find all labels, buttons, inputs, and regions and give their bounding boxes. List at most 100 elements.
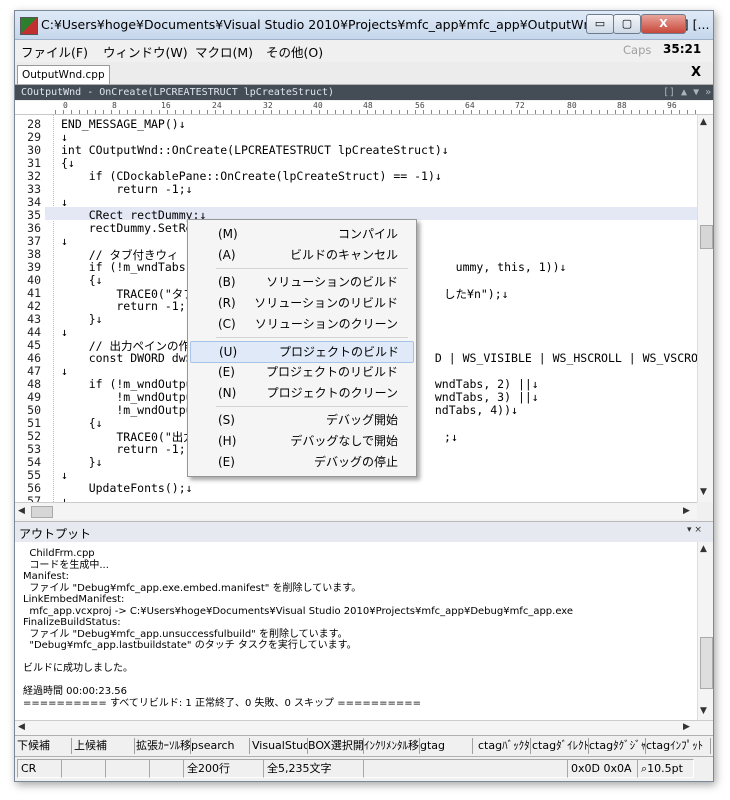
menu-item-label: ソリューションのクリーン: [254, 317, 398, 331]
menu-item-label: ソリューションのリビルド: [254, 296, 398, 310]
menu-accelerator: (E): [218, 365, 235, 379]
code-line: ↓: [61, 364, 68, 378]
context-menu-item[interactable]: (M) コンパイル: [190, 224, 412, 244]
scroll-left-icon[interactable]: ◀: [18, 506, 25, 516]
line-number: 47: [27, 364, 41, 378]
fkey-button[interactable]: ctagﾀﾞｲﾚｸﾄ: [530, 738, 589, 754]
column-ruler: 0 8 16 24 32 40 48 56 64 72 80 88 96: [15, 101, 713, 115]
fkey-button[interactable]: 上候補: [72, 738, 135, 754]
menu-macro[interactable]: マクロ(M): [195, 42, 253, 61]
function-bar-icons[interactable]: [] ▲ ▼ »: [663, 85, 711, 100]
context-menu-item[interactable]: (R) ソリューションのリビルド: [190, 293, 412, 313]
function-name: COutputWnd - OnCreate(LPCREATESTRUCT lpC…: [21, 87, 335, 98]
context-menu-item[interactable]: (S) デバッグ開始: [190, 410, 412, 430]
menu-file[interactable]: ファイル(F): [21, 42, 88, 61]
code-line: UpdateFonts();↓: [61, 481, 193, 495]
scroll-thumb[interactable]: [700, 225, 713, 249]
code-line: if (CDockablePane::OnCreate(lpCreateStru…: [61, 169, 442, 183]
editor-vertical-scrollbar[interactable]: ▲ ▼: [697, 115, 713, 502]
output-line: LinkEmbedManifest:: [23, 594, 125, 605]
line-number: 38: [27, 247, 41, 261]
scroll-right-icon[interactable]: ▶: [683, 722, 690, 732]
output-pane-controls[interactable]: ▾ ×: [687, 525, 702, 535]
title-bar[interactable]: C:¥Users¥hoge¥Documents¥Visual Studio 20…: [15, 11, 713, 40]
tab-close-button[interactable]: X: [691, 65, 701, 80]
context-menu-item[interactable]: (E) プロジェクトのリビルド: [190, 362, 412, 382]
close-button[interactable]: X: [641, 14, 686, 34]
status-zoom[interactable]: ⌕10.5pt: [637, 759, 694, 778]
scroll-right-icon[interactable]: ▶: [683, 506, 690, 516]
line-number: 28: [27, 117, 41, 131]
fkey-button[interactable]: psearch: [189, 738, 250, 754]
menu-accelerator: (B): [218, 275, 236, 289]
code-line: return -1;: [61, 442, 186, 456]
fkey-button[interactable]: 下候補: [15, 738, 72, 754]
status-char-count: 全5,235文字: [263, 759, 364, 778]
line-number: 46: [27, 351, 41, 365]
ruler-mark: 24: [212, 101, 222, 110]
output-line: "Debug¥mfc_app.lastbuildstate" のタッチ タスクを…: [23, 640, 357, 651]
scroll-up-icon[interactable]: ▲: [700, 117, 707, 127]
context-menu-item[interactable]: (C) ソリューションのクリーン: [190, 314, 412, 334]
line-number: 57: [27, 494, 41, 502]
menu-separator: [216, 337, 408, 338]
context-menu-item[interactable]: (E) デバッグの停止: [190, 452, 412, 472]
output-pane-title: アウトプット: [19, 527, 92, 541]
context-menu-item[interactable]: (N) プロジェクトのクリーン: [190, 383, 412, 403]
code-line: ↓: [61, 468, 68, 482]
scroll-left-icon[interactable]: ◀: [18, 722, 25, 732]
scroll-thumb[interactable]: [31, 506, 53, 518]
status-cell: [149, 759, 184, 778]
output-line: ビルドに成功しました。: [23, 663, 133, 674]
fkey-button[interactable]: BOX選択開: [306, 738, 364, 754]
scroll-thumb[interactable]: [700, 637, 713, 689]
menu-window[interactable]: ウィンドウ(W): [103, 42, 188, 61]
fkey-button[interactable]: ctagﾊﾞｯｸﾀｸ: [476, 738, 531, 754]
code-line: END_MESSAGE_MAP()↓: [61, 117, 186, 131]
output-line: FinalizeBuildStatus:: [23, 617, 121, 628]
maximize-button[interactable]: ▢: [613, 14, 641, 34]
output-vertical-scrollbar[interactable]: ▲ ▼: [697, 542, 713, 720]
fkey-button[interactable]: ctagﾀｸﾞｼﾞｬ: [587, 738, 646, 754]
context-menu-item[interactable]: (H) デバッグなしで開始: [190, 431, 412, 451]
output-horizontal-scrollbar[interactable]: ◀ ▶: [15, 720, 713, 735]
tab-outputwnd-cpp[interactable]: OutputWnd.cpp: [17, 65, 110, 84]
ruler-mark: 32: [263, 101, 273, 110]
status-cell: [363, 759, 568, 778]
context-menu-item[interactable]: (U) プロジェクトのビルド: [190, 341, 414, 363]
menu-item-label: ビルドのキャンセル: [289, 248, 398, 262]
output-line: 経過時間 00:00:23.56: [23, 686, 127, 697]
line-gutter: [45, 115, 54, 502]
fkey-button[interactable]: 拡張ｶｰｿﾙ移: [134, 738, 191, 754]
fkey-button[interactable]: ctagｲﾝﾌﾟｯﾄ: [644, 738, 711, 754]
code-line: {↓: [61, 416, 103, 430]
code-line: {↓: [61, 273, 103, 287]
output-pane[interactable]: ChildFrm.cpp コードを生成中... Manifest: ファイル "D…: [15, 542, 697, 720]
fkey-button[interactable]: ｲﾝｸﾘﾒﾝﾀﾙ移: [362, 738, 420, 754]
editor-window: C:¥Users¥hoge¥Documents¥Visual Studio 20…: [14, 10, 714, 782]
fkey-button[interactable]: gtag: [418, 738, 473, 754]
context-menu-item[interactable]: (A) ビルドのキャンセル: [190, 245, 412, 265]
minimize-button[interactable]: ▭: [586, 14, 614, 34]
menu-accelerator: (N): [218, 386, 237, 400]
output-pane-header: アウトプット ▾ ×: [15, 521, 713, 543]
menu-accelerator: (C): [218, 317, 236, 331]
scroll-down-icon[interactable]: ▼: [700, 706, 707, 716]
menu-separator: [216, 268, 408, 269]
ruler-mark: 56: [415, 101, 425, 110]
line-number: 32: [27, 169, 41, 183]
status-bar: CR 全200行 全5,235文字 0x0D 0x0A ⌕10.5pt: [15, 756, 713, 779]
context-menu-item[interactable]: (B) ソリューションのビルド: [190, 272, 412, 292]
code-line: rectDummy.SetRec: [61, 221, 200, 235]
ruler-mark: 96: [667, 101, 677, 110]
code-line: ↓: [61, 130, 68, 144]
editor-horizontal-scrollbar[interactable]: ◀ ▶: [15, 502, 697, 519]
menu-other[interactable]: その他(O): [266, 42, 323, 61]
function-bar: COutputWnd - OnCreate(LPCREATESTRUCT lpC…: [15, 85, 713, 100]
scroll-down-icon[interactable]: ▼: [700, 487, 707, 497]
line-number: 36: [27, 221, 41, 235]
menu-item-label: プロジェクトのリビルド: [265, 365, 398, 379]
fkey-button[interactable]: VisualStuc: [250, 738, 308, 754]
scroll-up-icon[interactable]: ▲: [700, 544, 707, 554]
menu-item-label: デバッグの停止: [313, 455, 398, 469]
